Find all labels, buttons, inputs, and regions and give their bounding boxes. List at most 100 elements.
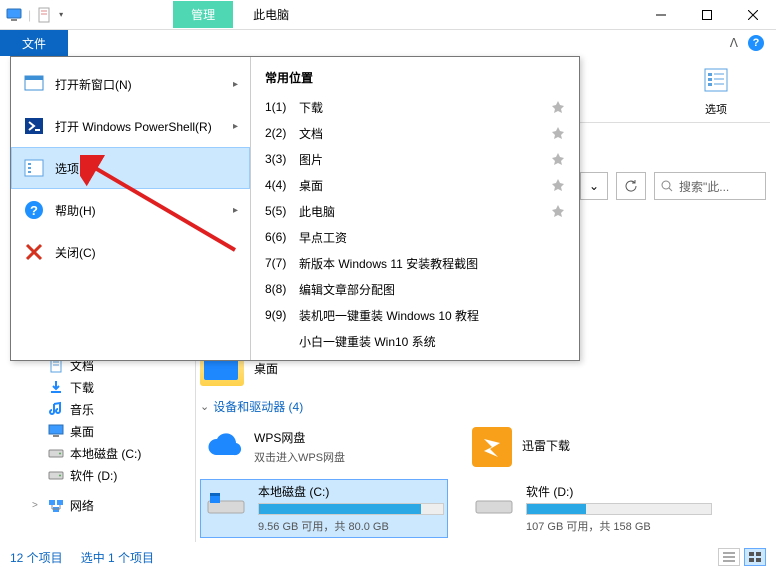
tile-d-drive[interactable]: 软件 (D:) 107 GB 可用，共 158 GB — [468, 479, 716, 538]
address-dropdown[interactable]: ⌄ — [580, 172, 608, 200]
navigation-tree: 文档下载音乐桌面本地磁盘 (C:)软件 (D:) 网络 — [28, 354, 188, 516]
drive-icon — [48, 445, 64, 461]
menu-item-new-window[interactable]: 打开新窗口(N) ▸ — [11, 63, 250, 105]
search-icon — [661, 180, 673, 192]
file-menu: 打开新窗口(N) ▸ 打开 Windows PowerShell(R) ▸ 选项… — [10, 56, 580, 361]
this-pc-icon — [6, 7, 22, 23]
help-circle-icon: ? — [23, 199, 45, 221]
item-label: 文档 — [299, 125, 551, 142]
powershell-icon — [23, 115, 45, 137]
frequent-place-item[interactable]: 1(1)下载 — [251, 94, 579, 120]
close-button[interactable] — [730, 0, 776, 30]
drive-icon — [48, 467, 64, 483]
submenu-arrow-icon: ▸ — [233, 79, 238, 90]
tree-item[interactable]: 软件 (D:) — [28, 464, 188, 486]
item-label: 下载 — [299, 99, 551, 116]
pin-icon — [551, 126, 565, 140]
tile-wps-netdisk[interactable]: WPS网盘 双击进入WPS网盘 — [200, 423, 448, 471]
d-drive-usage-bar — [526, 503, 712, 515]
properties-icon[interactable] — [37, 7, 53, 23]
menu-item-powershell[interactable]: 打开 Windows PowerShell(R) ▸ — [11, 105, 250, 147]
item-number: 8(8) — [265, 282, 299, 296]
options-icon — [23, 157, 45, 179]
window-title: 此电脑 — [233, 6, 638, 23]
close-x-icon — [23, 241, 45, 263]
file-tab[interactable]: 文件 — [0, 30, 68, 56]
frequent-place-item[interactable]: 7(7)新版本 Windows 11 安装教程截图 — [251, 250, 579, 276]
item-label: 编辑文章部分配图 — [299, 281, 551, 298]
frequent-place-item[interactable]: 5(5)此电脑 — [251, 198, 579, 224]
address-bar-row: ⌄ 搜索"此... — [580, 172, 766, 200]
frequent-place-item[interactable]: 小白一键重装 Win10 系统 — [251, 328, 579, 354]
help-icon[interactable]: ? — [748, 35, 764, 51]
tree-item[interactable]: 音乐 — [28, 398, 188, 420]
frequent-place-item[interactable]: 9(9)装机吧一键重装 Windows 10 教程 — [251, 302, 579, 328]
quick-access-toolbar: | ▾ — [0, 7, 63, 23]
music-icon — [48, 401, 64, 417]
frequent-place-item[interactable]: 3(3)图片 — [251, 146, 579, 172]
item-number: 9(9) — [265, 308, 299, 322]
collapse-ribbon-icon[interactable]: ᐱ — [730, 36, 738, 50]
item-number: 4(4) — [265, 178, 299, 192]
xunlei-icon — [472, 427, 512, 467]
download-icon — [48, 379, 64, 395]
submenu-arrow-icon: ▸ — [233, 205, 238, 216]
item-label: 桌面 — [299, 177, 551, 194]
item-number: 3(3) — [265, 152, 299, 166]
tree-item[interactable]: 桌面 — [28, 420, 188, 442]
qat-separator: | — [28, 8, 31, 22]
minimize-button[interactable] — [638, 0, 684, 30]
network-icon — [48, 497, 64, 513]
item-label: 此电脑 — [299, 203, 551, 220]
section-header-devices[interactable]: 设备和驱动器 (4) — [200, 398, 766, 415]
new-window-icon — [23, 73, 45, 95]
drive-icon — [472, 483, 516, 519]
ribbon-tab-manage[interactable]: 管理 — [173, 1, 233, 28]
file-menu-right-panel: 常用位置 1(1)下载2(2)文档3(3)图片4(4)桌面5(5)此电脑6(6)… — [251, 57, 579, 360]
item-number: 1(1) — [265, 100, 299, 114]
tree-item[interactable]: 下载 — [28, 376, 188, 398]
item-number: 2(2) — [265, 126, 299, 140]
frequent-place-item[interactable]: 6(6)早点工资 — [251, 224, 579, 250]
content-area: 桌面 设备和驱动器 (4) WPS网盘 双击进入WPS网盘 迅雷下载 本地磁盘 … — [200, 350, 766, 538]
pin-icon — [551, 152, 565, 166]
tile-xunlei[interactable]: 迅雷下载 — [468, 423, 716, 471]
frequent-place-item[interactable]: 8(8)编辑文章部分配图 — [251, 276, 579, 302]
item-label: 装机吧一键重装 Windows 10 教程 — [299, 307, 551, 324]
item-label: 新版本 Windows 11 安装教程截图 — [299, 255, 551, 272]
view-tiles-button[interactable] — [744, 548, 766, 566]
search-box[interactable]: 搜索"此... — [654, 172, 766, 200]
tile-c-drive[interactable]: 本地磁盘 (C:) 9.56 GB 可用，共 80.0 GB — [200, 479, 448, 538]
item-number: 7(7) — [265, 256, 299, 270]
menu-item-help[interactable]: ? 帮助(H) ▸ — [11, 189, 250, 231]
pin-icon — [551, 178, 565, 192]
item-label: 图片 — [299, 151, 551, 168]
tree-item[interactable]: 本地磁盘 (C:) — [28, 442, 188, 464]
pin-icon — [551, 100, 565, 114]
ribbon-options-button[interactable]: 选项 — [686, 66, 746, 117]
item-label: 早点工资 — [299, 229, 551, 246]
refresh-button[interactable] — [616, 172, 646, 200]
desktop-icon — [48, 423, 64, 439]
tree-item-network[interactable]: 网络 — [28, 494, 188, 516]
svg-text:?: ? — [30, 203, 38, 218]
selection-count: 选中 1 个项目 — [81, 549, 154, 566]
maximize-button[interactable] — [684, 0, 730, 30]
qat-dropdown-icon[interactable]: ▾ — [59, 10, 63, 19]
wps-cloud-icon — [204, 433, 244, 461]
item-label: 小白一键重装 Win10 系统 — [299, 333, 551, 350]
frequent-places-header: 常用位置 — [251, 63, 579, 94]
item-number: 6(6) — [265, 230, 299, 244]
title-bar: | ▾ 管理 此电脑 — [0, 0, 776, 30]
frequent-place-item[interactable]: 2(2)文档 — [251, 120, 579, 146]
menu-item-close[interactable]: 关闭(C) — [11, 231, 250, 273]
view-details-button[interactable] — [718, 548, 740, 566]
c-drive-usage-bar — [258, 503, 444, 515]
submenu-arrow-icon: ▸ — [233, 121, 238, 132]
item-count: 12 个项目 — [10, 549, 63, 566]
item-number: 5(5) — [265, 204, 299, 218]
status-bar: 12 个项目 选中 1 个项目 — [10, 546, 766, 568]
menu-item-options[interactable]: 选项 — [11, 147, 250, 189]
search-placeholder: 搜索"此... — [679, 178, 729, 195]
frequent-place-item[interactable]: 4(4)桌面 — [251, 172, 579, 198]
